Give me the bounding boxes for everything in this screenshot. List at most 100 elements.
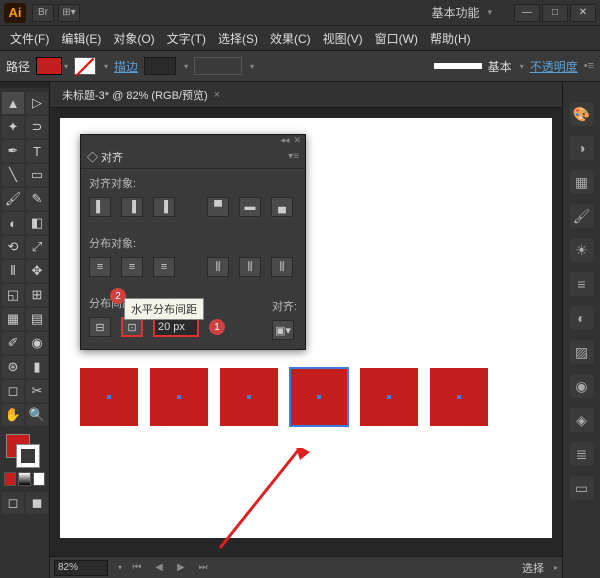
first-artboard-button[interactable]: ⏮ bbox=[130, 561, 144, 575]
layout-button[interactable]: ⊞▾ bbox=[58, 4, 80, 22]
shape-rect[interactable] bbox=[430, 368, 488, 426]
more-controls-icon[interactable]: •≡ bbox=[584, 60, 594, 72]
brush-preview[interactable] bbox=[434, 63, 482, 69]
dist-right-button[interactable]: ⫼ bbox=[271, 257, 293, 277]
bridge-button[interactable]: Br bbox=[32, 4, 54, 22]
color-guide-panel-icon[interactable]: ◑ bbox=[570, 136, 594, 160]
shape-builder-tool[interactable]: ◱ bbox=[2, 284, 24, 306]
blob-brush-tool[interactable]: ◐ bbox=[2, 212, 24, 234]
eyedropper-tool[interactable]: ✐ bbox=[2, 332, 24, 354]
stroke-weight-arrow-icon[interactable]: ▾ bbox=[184, 62, 188, 71]
symbols-panel-icon[interactable]: ☀ bbox=[570, 238, 594, 262]
gradient-tool[interactable]: ▤ bbox=[26, 308, 48, 330]
panel-close-icon[interactable]: ✕ bbox=[293, 135, 301, 146]
menu-help[interactable]: 帮助(H) bbox=[424, 30, 477, 47]
line-tool[interactable]: ╲ bbox=[2, 164, 24, 186]
swatches-panel-icon[interactable]: ▦ bbox=[570, 170, 594, 194]
panel-collapse-icon[interactable]: ◂◂ bbox=[280, 135, 289, 146]
scale-tool[interactable]: ⤢ bbox=[26, 236, 48, 258]
dist-top-button[interactable]: ≡ bbox=[89, 257, 111, 277]
pencil-tool[interactable]: ✎ bbox=[26, 188, 48, 210]
vertical-spacing-button[interactable]: ⊟ bbox=[89, 317, 111, 337]
document-tab[interactable]: 未标题-3* @ 82% (RGB/预览) × bbox=[54, 87, 228, 103]
stroke-link[interactable]: 描边 bbox=[114, 58, 138, 75]
stroke-arrow-icon[interactable]: ▾ bbox=[104, 62, 108, 71]
opacity-link[interactable]: 不透明度 bbox=[530, 58, 578, 75]
spacing-value-input[interactable] bbox=[153, 317, 199, 337]
menu-type[interactable]: 文字(T) bbox=[161, 30, 212, 47]
mesh-tool[interactable]: ▦ bbox=[2, 308, 24, 330]
close-button[interactable]: ✕ bbox=[570, 4, 596, 22]
lasso-tool[interactable]: ⊃ bbox=[26, 116, 48, 138]
zoom-input[interactable] bbox=[54, 560, 108, 576]
shape-rect[interactable] bbox=[220, 368, 278, 426]
dist-hcenter-button[interactable]: ⫼ bbox=[239, 257, 261, 277]
slice-tool[interactable]: ✂ bbox=[26, 380, 48, 402]
dist-vcenter-button[interactable]: ≡ bbox=[121, 257, 143, 277]
zoom-arrow-icon[interactable]: ▾ bbox=[118, 563, 122, 572]
last-artboard-button[interactable]: ⏭ bbox=[196, 561, 210, 575]
align-bottom-button[interactable]: ▄ bbox=[271, 197, 293, 217]
canvas-area[interactable]: ◂◂ ✕ ◇ 对齐 ▾≡ 对齐对象: ▌ ▐ ▐ ▀ ▬ bbox=[50, 108, 562, 556]
tab-close-icon[interactable]: × bbox=[214, 89, 220, 101]
perspective-tool[interactable]: ⊞ bbox=[26, 284, 48, 306]
align-right-button[interactable]: ▐ bbox=[153, 197, 175, 217]
graphic-styles-panel-icon[interactable]: ◈ bbox=[570, 408, 594, 432]
menu-file[interactable]: 文件(F) bbox=[4, 30, 55, 47]
brush-arrow-icon[interactable]: ▾ bbox=[520, 62, 524, 71]
align-to-button[interactable]: ▣▾ bbox=[272, 320, 294, 340]
color-mode-solid[interactable] bbox=[4, 472, 16, 486]
next-artboard-button[interactable]: ▶ bbox=[174, 561, 188, 575]
align-vcenter-button[interactable]: ▬ bbox=[239, 197, 261, 217]
minimize-button[interactable]: — bbox=[514, 4, 540, 22]
stroke-color[interactable] bbox=[16, 444, 40, 468]
screen-mode-full[interactable]: ◼ bbox=[26, 492, 48, 514]
screen-mode-normal[interactable]: ◻ bbox=[2, 492, 24, 514]
color-picker[interactable] bbox=[0, 430, 49, 470]
rotate-tool[interactable]: ⟲ bbox=[2, 236, 24, 258]
layers-panel-icon[interactable]: ≣ bbox=[570, 442, 594, 466]
stroke-weight-input[interactable] bbox=[144, 57, 176, 75]
menu-select[interactable]: 选择(S) bbox=[212, 30, 264, 47]
artboard-tool[interactable]: ◻ bbox=[2, 380, 24, 402]
pen-tool[interactable]: ✒ bbox=[2, 140, 24, 162]
shape-rect[interactable] bbox=[150, 368, 208, 426]
artboards-panel-icon[interactable]: ▭ bbox=[570, 476, 594, 500]
shape-rect-selected[interactable] bbox=[290, 368, 348, 426]
align-top-button[interactable]: ▀ bbox=[207, 197, 229, 217]
free-transform-tool[interactable]: ✥ bbox=[26, 260, 48, 282]
rectangle-tool[interactable]: ▭ bbox=[26, 164, 48, 186]
shape-rect[interactable] bbox=[80, 368, 138, 426]
horizontal-spacing-button[interactable]: ⊡ bbox=[121, 317, 143, 337]
color-panel-icon[interactable]: 🎨 bbox=[570, 102, 594, 126]
dist-bottom-button[interactable]: ≡ bbox=[153, 257, 175, 277]
workspace-label[interactable]: 基本功能 bbox=[431, 4, 479, 21]
color-mode-none[interactable] bbox=[33, 472, 45, 486]
graph-tool[interactable]: ▮ bbox=[26, 356, 48, 378]
transparency-panel-icon[interactable]: ▨ bbox=[570, 340, 594, 364]
selection-tool[interactable]: ▲ bbox=[2, 92, 24, 114]
stroke-dash-preview[interactable] bbox=[194, 57, 242, 75]
dist-left-button[interactable]: ⫼ bbox=[207, 257, 229, 277]
status-menu-icon[interactable]: ▸ bbox=[554, 563, 558, 572]
dash-arrow-icon[interactable]: ▾ bbox=[250, 62, 254, 71]
prev-artboard-button[interactable]: ◀ bbox=[152, 561, 166, 575]
menu-effect[interactable]: 效果(C) bbox=[264, 30, 317, 47]
workspace-arrow-icon[interactable]: ▾ bbox=[487, 7, 492, 18]
blend-tool[interactable]: ◉ bbox=[26, 332, 48, 354]
align-hcenter-button[interactable]: ▐ bbox=[121, 197, 143, 217]
stroke-panel-icon[interactable]: ≡ bbox=[570, 272, 594, 296]
color-mode-gradient[interactable] bbox=[18, 472, 30, 486]
stroke-swatch-none[interactable] bbox=[74, 57, 96, 75]
panel-handle[interactable]: ◂◂ ✕ bbox=[81, 135, 305, 145]
panel-menu-icon[interactable]: ▾≡ bbox=[288, 151, 299, 162]
brushes-panel-icon[interactable]: 🖌 bbox=[570, 204, 594, 228]
appearance-panel-icon[interactable]: ◉ bbox=[570, 374, 594, 398]
symbol-sprayer-tool[interactable]: ⊛ bbox=[2, 356, 24, 378]
align-left-button[interactable]: ▌ bbox=[89, 197, 111, 217]
eraser-tool[interactable]: ◧ bbox=[26, 212, 48, 234]
zoom-tool[interactable]: 🔍 bbox=[26, 404, 48, 426]
menu-window[interactable]: 窗口(W) bbox=[369, 30, 424, 47]
width-tool[interactable]: ⫴ bbox=[2, 260, 24, 282]
menu-edit[interactable]: 编辑(E) bbox=[55, 30, 107, 47]
